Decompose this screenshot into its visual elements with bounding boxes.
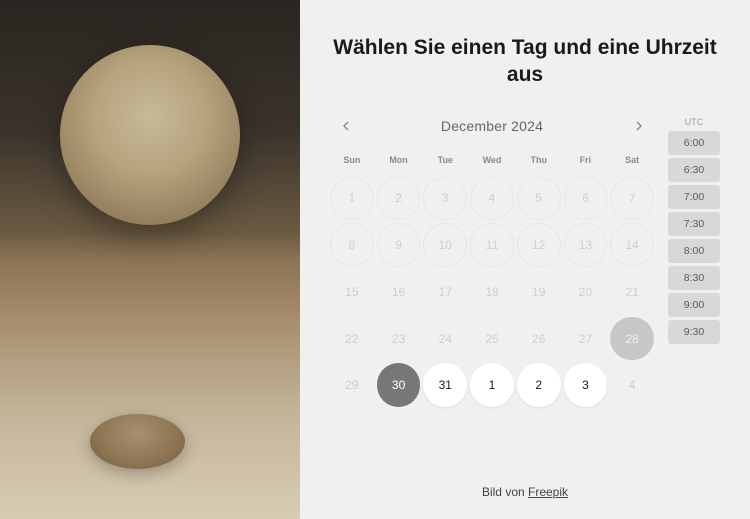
calendar: December 2024 SunMonTueWedThuFriSat 1234… [330,117,654,469]
chevron-left-icon [342,121,349,131]
credit-link[interactable]: Freepik [528,485,568,499]
timezone-label: UTC [668,117,720,127]
calendar-day: 28 [610,317,654,361]
calendar-day: 19 [517,270,561,314]
time-slot[interactable]: 6:30 [668,158,720,182]
dow-header: Fri [564,151,608,169]
dow-header: Thu [517,151,561,169]
calendar-day: 20 [564,270,608,314]
calendar-day: 4 [470,177,514,221]
prev-month-button[interactable] [336,117,354,135]
calendar-day: 23 [377,317,421,361]
time-slot[interactable]: 7:00 [668,185,720,209]
dow-header: Tue [423,151,467,169]
time-slot[interactable]: 6:00 [668,131,720,155]
calendar-day: 18 [470,270,514,314]
credit-prefix: Bild von [482,485,528,499]
calendar-day: 5 [517,177,561,221]
page-title: Wählen Sie einen Tag und eine Uhrzeit au… [330,34,720,89]
next-month-button[interactable] [630,117,648,135]
calendar-day: 21 [610,270,654,314]
calendar-day: 24 [423,317,467,361]
calendar-day: 27 [564,317,608,361]
dow-header: Sun [330,151,374,169]
calendar-day: 11 [470,223,514,267]
calendar-day: 14 [610,223,654,267]
time-slot[interactable]: 9:00 [668,293,720,317]
dow-header: Mon [377,151,421,169]
time-slot[interactable]: 9:30 [668,320,720,344]
month-label: December 2024 [354,118,630,134]
time-slot[interactable]: 8:30 [668,266,720,290]
calendar-day: 9 [377,223,421,267]
time-slot[interactable]: 7:30 [668,212,720,236]
calendar-day: 6 [564,177,608,221]
image-credit: Bild von Freepik [330,485,720,499]
calendar-day: 13 [564,223,608,267]
calendar-day: 17 [423,270,467,314]
calendar-day: 29 [330,363,374,407]
calendar-day: 12 [517,223,561,267]
time-column: UTC 6:00 6:30 7:00 7:30 8:00 8:30 9:00 9:30 [668,117,720,469]
calendar-day: 4 [610,363,654,407]
calendar-day: 8 [330,223,374,267]
dow-header: Wed [470,151,514,169]
booking-panel: Wählen Sie einen Tag und eine Uhrzeit au… [300,0,750,519]
calendar-day: 3 [423,177,467,221]
chevron-right-icon [636,121,643,131]
calendar-day[interactable]: 3 [564,363,608,407]
calendar-day: 2 [377,177,421,221]
calendar-day: 1 [330,177,374,221]
calendar-day: 22 [330,317,374,361]
calendar-day[interactable]: 1 [470,363,514,407]
dow-header: Sat [610,151,654,169]
calendar-day: 16 [377,270,421,314]
calendar-day[interactable]: 2 [517,363,561,407]
calendar-day: 26 [517,317,561,361]
calendar-day: 25 [470,317,514,361]
calendar-day: 10 [423,223,467,267]
calendar-day: 7 [610,177,654,221]
time-slot[interactable]: 8:00 [668,239,720,263]
hero-image [0,0,300,519]
calendar-day[interactable]: 31 [423,363,467,407]
calendar-day: 15 [330,270,374,314]
calendar-day[interactable]: 30 [377,363,421,407]
